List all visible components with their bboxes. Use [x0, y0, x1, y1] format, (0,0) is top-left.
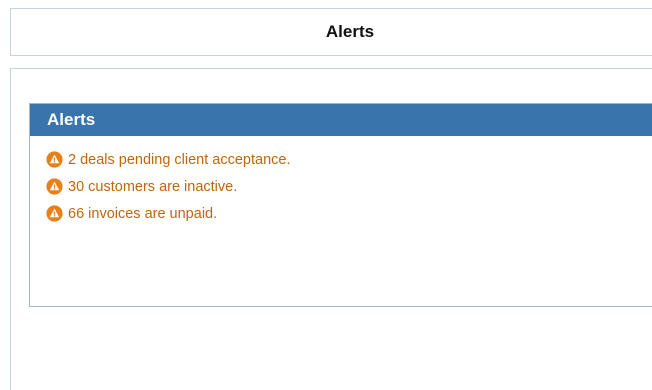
- page: Alerts Alerts 2 deals pending client acc…: [0, 0, 652, 390]
- alert-item[interactable]: 2 deals pending client acceptance.: [46, 146, 652, 173]
- alerts-list: 2 deals pending client acceptance. 30 cu…: [30, 136, 652, 227]
- alert-text: 66 invoices are unpaid.: [68, 205, 218, 222]
- warning-icon: [46, 151, 63, 168]
- alert-item[interactable]: 66 invoices are unpaid.: [46, 200, 652, 227]
- alerts-widget: Alerts 2 deals pending client acceptance…: [29, 103, 652, 307]
- alert-item[interactable]: 30 customers are inactive.: [46, 173, 652, 200]
- warning-icon: [46, 205, 63, 222]
- page-header: Alerts: [10, 8, 652, 56]
- warning-icon: [46, 178, 63, 195]
- alert-text: 2 deals pending client acceptance.: [68, 151, 291, 168]
- page-title: Alerts: [325, 22, 375, 41]
- alerts-widget-title: Alerts: [30, 104, 652, 136]
- alert-text: 30 customers are inactive.: [68, 178, 238, 195]
